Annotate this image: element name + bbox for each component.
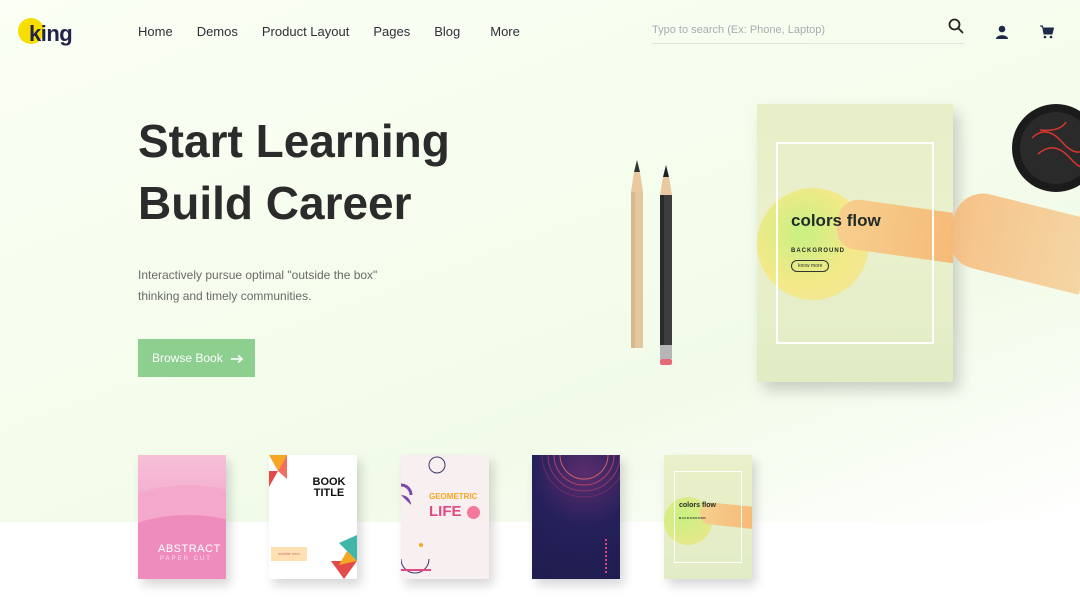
nav-item-blog[interactable]: Blog xyxy=(434,24,460,39)
book-frame xyxy=(776,142,934,344)
book-title: ABSTRACT xyxy=(158,543,221,555)
book-circle-decoration xyxy=(467,506,480,519)
search-input[interactable] xyxy=(652,24,932,36)
featured-book-subtitle: BACKGROUND xyxy=(791,248,845,254)
headline-learning: Learning xyxy=(255,115,450,167)
book-card[interactable]: ABSTRACT PAPER CUT xyxy=(138,455,226,579)
nav-item-demos[interactable]: Demos xyxy=(197,24,238,39)
search-icon[interactable] xyxy=(948,18,964,34)
clip-bowl-image xyxy=(1010,102,1080,194)
nav-item-home[interactable]: Home xyxy=(138,24,173,39)
browse-book-label: Browse Book xyxy=(152,351,223,365)
book-title: BOOK TITLE xyxy=(312,476,346,499)
hero-headline: Start Learning Build Career xyxy=(138,110,450,234)
book-title: GEOMETRIC xyxy=(429,492,478,501)
featured-book-know-more: know more xyxy=(791,260,830,272)
book-card[interactable]: BOOK TITLE subtitle here xyxy=(269,455,357,579)
featured-book-title: colors flow xyxy=(791,211,881,230)
book-subtitle: LIFE xyxy=(429,503,462,520)
headline-career: Career xyxy=(265,177,412,229)
book-subtitle: BACKGROUND xyxy=(679,516,706,520)
book-card[interactable]: colors flow BACKGROUND xyxy=(664,455,752,579)
browse-book-button[interactable]: Browse Book xyxy=(138,339,255,377)
headline-build: Build xyxy=(138,177,253,229)
featured-book-image[interactable]: colors flow BACKGROUND know more xyxy=(757,104,953,382)
book-card[interactable] xyxy=(532,455,620,579)
pencil-wood-image xyxy=(630,160,644,357)
book-card[interactable]: GEOMETRIC LIFE xyxy=(401,455,489,579)
pencil-black-image xyxy=(658,165,674,372)
logo-text: king xyxy=(29,21,73,46)
book-spine-text xyxy=(605,539,608,573)
headline-start: Start xyxy=(138,115,243,167)
nav-item-product-layout[interactable]: Product Layout xyxy=(262,24,349,39)
main-nav: Home Demos Product Layout Pages Blog Mor… xyxy=(138,24,544,39)
hero-subtitle: Interactively pursue optimal "outside th… xyxy=(138,268,378,303)
nav-item-pages[interactable]: Pages xyxy=(373,24,410,39)
user-icon[interactable] xyxy=(995,25,1009,39)
book-subtitle: PAPER CUT xyxy=(160,556,212,562)
book-subtitle: subtitle here xyxy=(271,547,307,561)
cart-icon[interactable] xyxy=(1040,25,1055,39)
nav-item-more[interactable]: More xyxy=(490,24,520,39)
logo[interactable]: king xyxy=(18,14,98,50)
book-title: colors flow xyxy=(679,502,716,509)
search-bar xyxy=(652,18,964,44)
arrow-right-icon xyxy=(231,353,244,364)
